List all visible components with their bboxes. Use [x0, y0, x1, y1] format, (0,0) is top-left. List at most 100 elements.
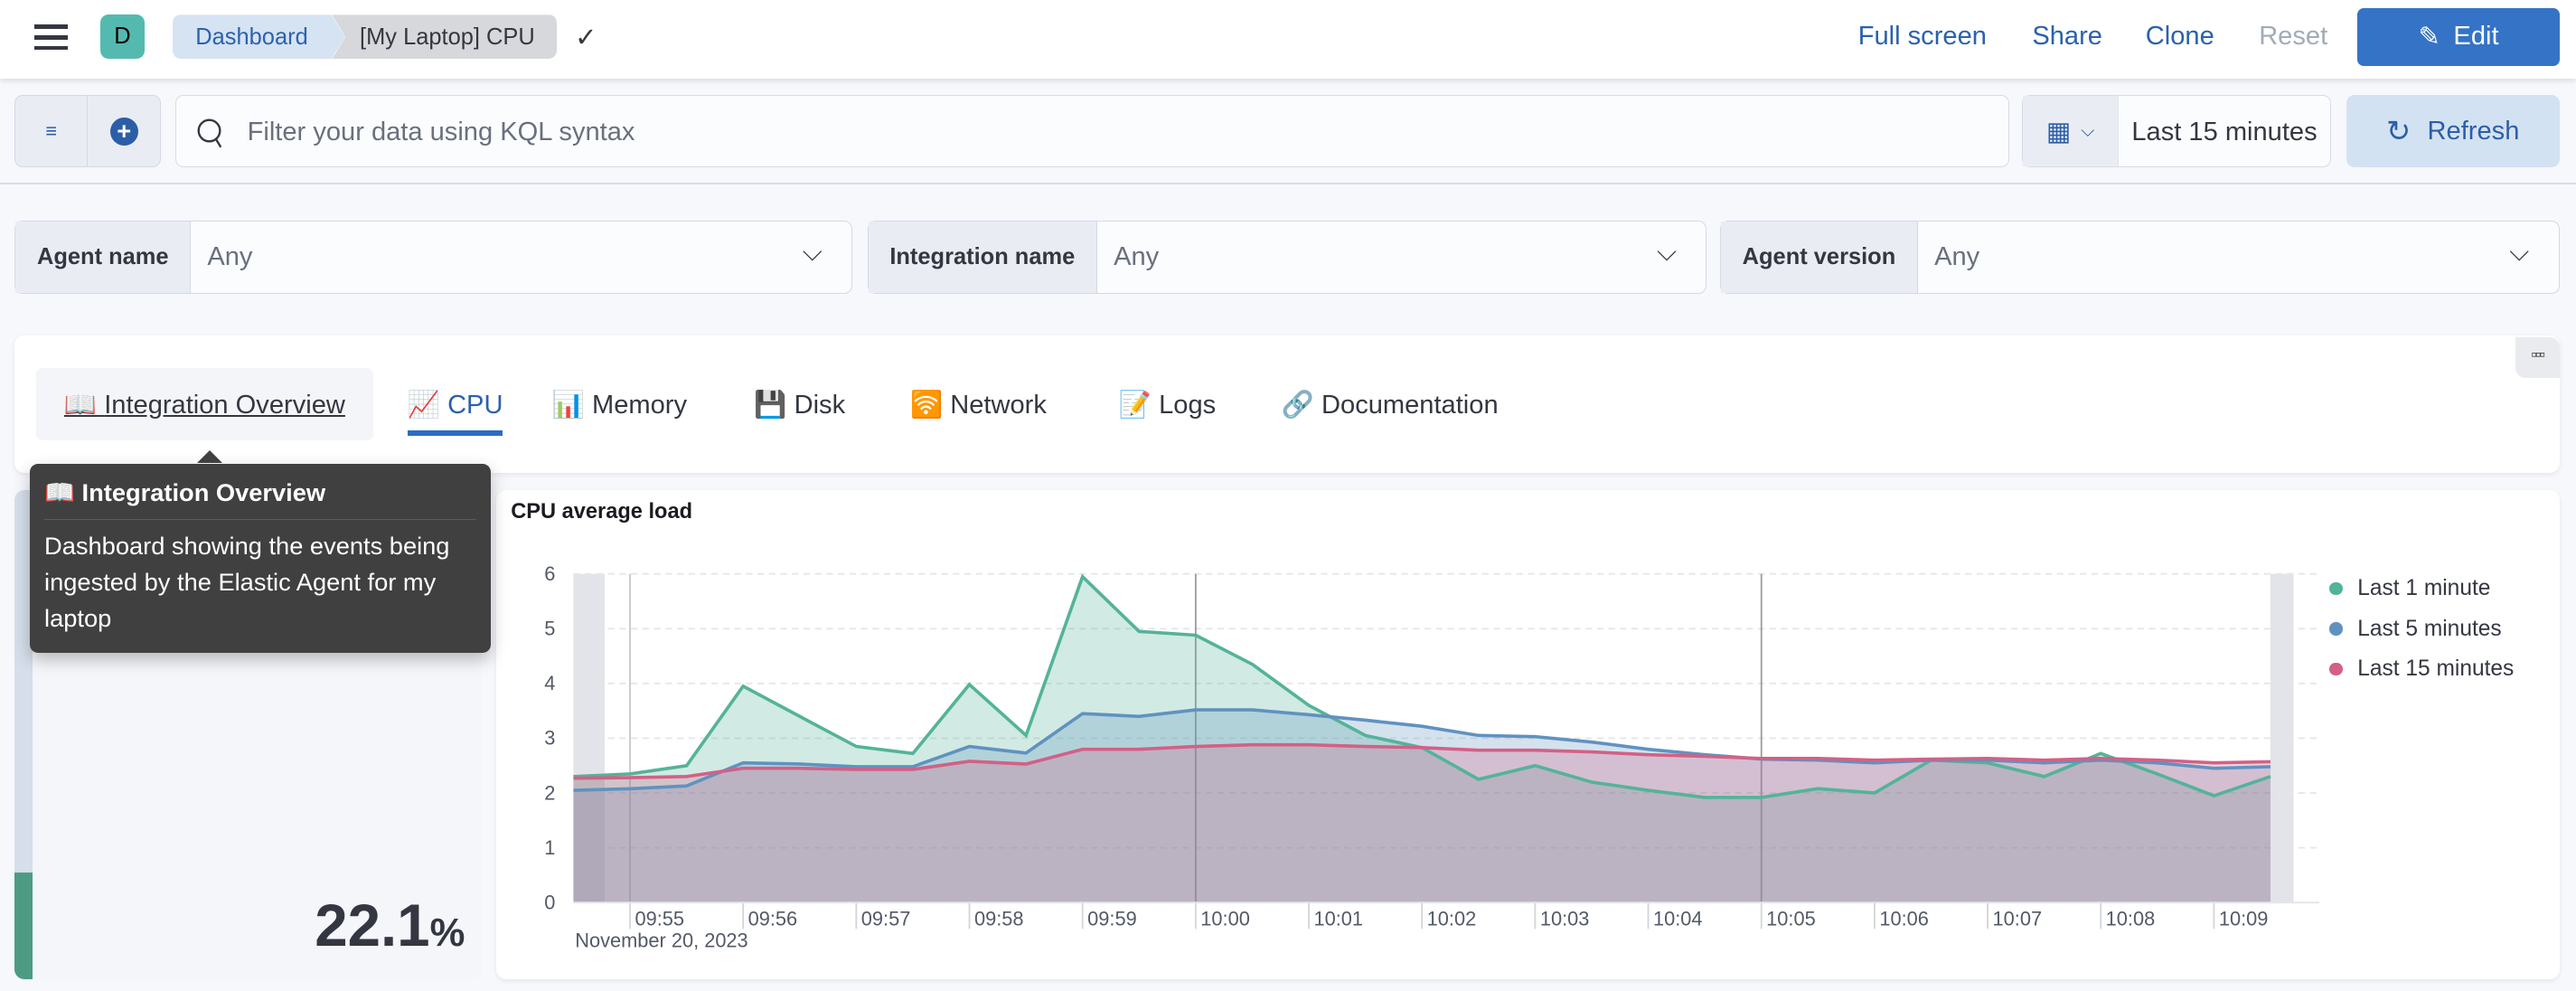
x-tick-label: 10:00	[1200, 907, 1250, 930]
x-tick-label: 09:55	[635, 907, 684, 930]
add-filter-button[interactable]: +	[88, 96, 160, 166]
chevron-down-icon: ⌵	[2081, 120, 2095, 141]
kql-search-input[interactable]: Filter your data using KQL syntax	[175, 95, 2009, 168]
y-tick-label: 6	[544, 562, 555, 585]
memo-icon: 📝	[1118, 390, 1152, 420]
search-placeholder: Filter your data using KQL syntax	[247, 118, 635, 147]
tab-label: Memory	[592, 390, 688, 420]
plus-icon: +	[109, 117, 138, 146]
control-agent-version[interactable]: Agent version Any ⌵	[1720, 220, 2560, 295]
tab-cpu[interactable]: 📈 CPU	[407, 368, 503, 440]
chart-up-icon: 📈	[407, 390, 440, 420]
breadcrumb-dashboard[interactable]: Dashboard	[172, 14, 345, 60]
tab-label: Documentation	[1321, 390, 1499, 420]
tab-memory[interactable]: 📊 Memory	[552, 368, 687, 440]
chevron-down-icon: ⌵	[1656, 237, 1677, 267]
y-tick-label: 2	[544, 781, 555, 804]
date-picker[interactable]: ▦ ⌵ Last 15 minutes	[2022, 95, 2332, 168]
legend-label: Last 1 minute	[2357, 576, 2491, 601]
legend-dot-icon	[2329, 581, 2343, 596]
x-tick-label: 09:59	[1087, 907, 1137, 930]
tab-logs[interactable]: 📝 Logs	[1119, 368, 1216, 440]
control-label: Agent version	[1721, 221, 1918, 294]
tooltip-title: 📖 Integration Overview	[44, 478, 477, 520]
y-tick-label: 3	[544, 726, 555, 749]
x-tick-label: 10:06	[1879, 907, 1929, 930]
edit-button[interactable]: ✎ Edit	[2357, 8, 2560, 66]
x-tick-label: 09:57	[861, 907, 911, 930]
tab-label: Integration Overview	[104, 390, 345, 420]
check-icon: ✓	[575, 23, 597, 52]
filter-buttons: ≡ +	[14, 95, 162, 168]
menu-icon[interactable]	[34, 24, 68, 51]
tab-label: Network	[950, 390, 1047, 420]
control-label: Integration name	[868, 221, 1097, 294]
control-value: Any	[1934, 242, 1980, 272]
y-tick-label: 1	[544, 836, 555, 859]
x-tick-label: 10:09	[2219, 907, 2269, 930]
clone-button[interactable]: Clone	[2146, 22, 2214, 52]
share-button[interactable]: Share	[2032, 22, 2102, 52]
breadcrumb-current: [My Laptop] CPU	[332, 14, 558, 60]
floppy-disk-icon: 💾	[754, 390, 787, 420]
x-tick-label: 10:07	[1992, 907, 2042, 930]
x-tick-label: 10:03	[1540, 907, 1590, 930]
edit-label: Edit	[2453, 22, 2499, 52]
metric-value: 22.1%	[315, 892, 465, 959]
refresh-icon: ↻	[2385, 114, 2411, 148]
x-tick-label: 10:01	[1313, 907, 1363, 930]
x-tick-label: 10:05	[1766, 907, 1816, 930]
metric-progress-fill	[14, 873, 33, 980]
chevron-down-icon: ⌵	[2509, 237, 2530, 267]
cpu-load-chart[interactable]: 0 1 2 3 4 5 6 09:55 09:56 09:57 09:58 09:59 10:00 10:…	[496, 490, 2320, 980]
legend-item[interactable]: Last 1 minute	[2329, 569, 2514, 609]
tooltip: 📖 Integration Overview Dashboard showing…	[29, 450, 492, 653]
tab-disk[interactable]: 💾 Disk	[754, 368, 845, 440]
tab-network[interactable]: 🛜 Network	[910, 368, 1047, 440]
y-tick-label: 0	[544, 891, 555, 913]
book-icon: 📖	[63, 390, 98, 420]
tab-integration-overview[interactable]: 📖 Integration Overview	[35, 368, 373, 441]
metric-number: 22.1	[315, 892, 430, 959]
pencil-icon: ✎	[2418, 23, 2440, 52]
x-tick-label: 09:56	[748, 907, 798, 930]
filter-menu-icon[interactable]: ≡	[15, 96, 89, 167]
tab-label: Disk	[794, 390, 846, 420]
calendar-icon: ▦	[2045, 117, 2072, 146]
x-tick-label: 10:02	[1427, 907, 1477, 930]
link-icon: 🔗	[1281, 390, 1314, 420]
control-agent-name[interactable]: Agent name Any ⌵	[14, 220, 853, 295]
x-tick-label: 09:58	[974, 907, 1024, 930]
legend-label: Last 15 minutes	[2357, 656, 2515, 682]
time-range[interactable]: Last 15 minutes	[2119, 96, 2330, 166]
chart-legend: Last 1 minute Last 5 minutes Last 15 minut…	[2329, 569, 2514, 690]
control-value: Any	[1114, 242, 1160, 272]
fullscreen-button[interactable]: Full screen	[1858, 22, 1987, 52]
tooltip-body: Dashboard showing the events being inges…	[44, 531, 450, 632]
reset-button[interactable]: Reset	[2259, 22, 2327, 52]
bar-chart-icon: 📊	[551, 390, 585, 420]
legend-label: Last 5 minutes	[2357, 616, 2502, 641]
tab-documentation[interactable]: 🔗 Documentation	[1282, 368, 1499, 440]
control-label: Agent name	[15, 221, 192, 294]
date-label: November 20, 2023	[575, 929, 747, 951]
legend-item[interactable]: Last 15 minutes	[2329, 649, 2514, 690]
space-avatar[interactable]: D	[99, 14, 145, 60]
tab-label: Logs	[1159, 390, 1217, 420]
calendar-dropdown[interactable]: ▦ ⌵	[2023, 96, 2119, 167]
legend-item[interactable]: Last 5 minutes	[2329, 609, 2514, 649]
wifi-icon: 🛜	[909, 390, 944, 420]
y-tick-label: 4	[544, 672, 555, 694]
legend-dot-icon	[2329, 622, 2343, 636]
refresh-label: Refresh	[2427, 116, 2520, 146]
refresh-button[interactable]: ↻ Refresh	[2346, 95, 2560, 168]
panel-options-icon[interactable]: ▫▫▫	[2515, 336, 2560, 379]
search-icon	[197, 118, 222, 148]
tab-label: CPU	[447, 390, 503, 420]
y-tick-label: 5	[544, 617, 555, 639]
control-integration-name[interactable]: Integration name Any ⌵	[867, 220, 1707, 295]
control-value: Any	[207, 242, 253, 272]
x-tick-label: 10:08	[2106, 907, 2156, 930]
divider	[0, 182, 2576, 184]
chevron-down-icon: ⌵	[802, 237, 823, 267]
